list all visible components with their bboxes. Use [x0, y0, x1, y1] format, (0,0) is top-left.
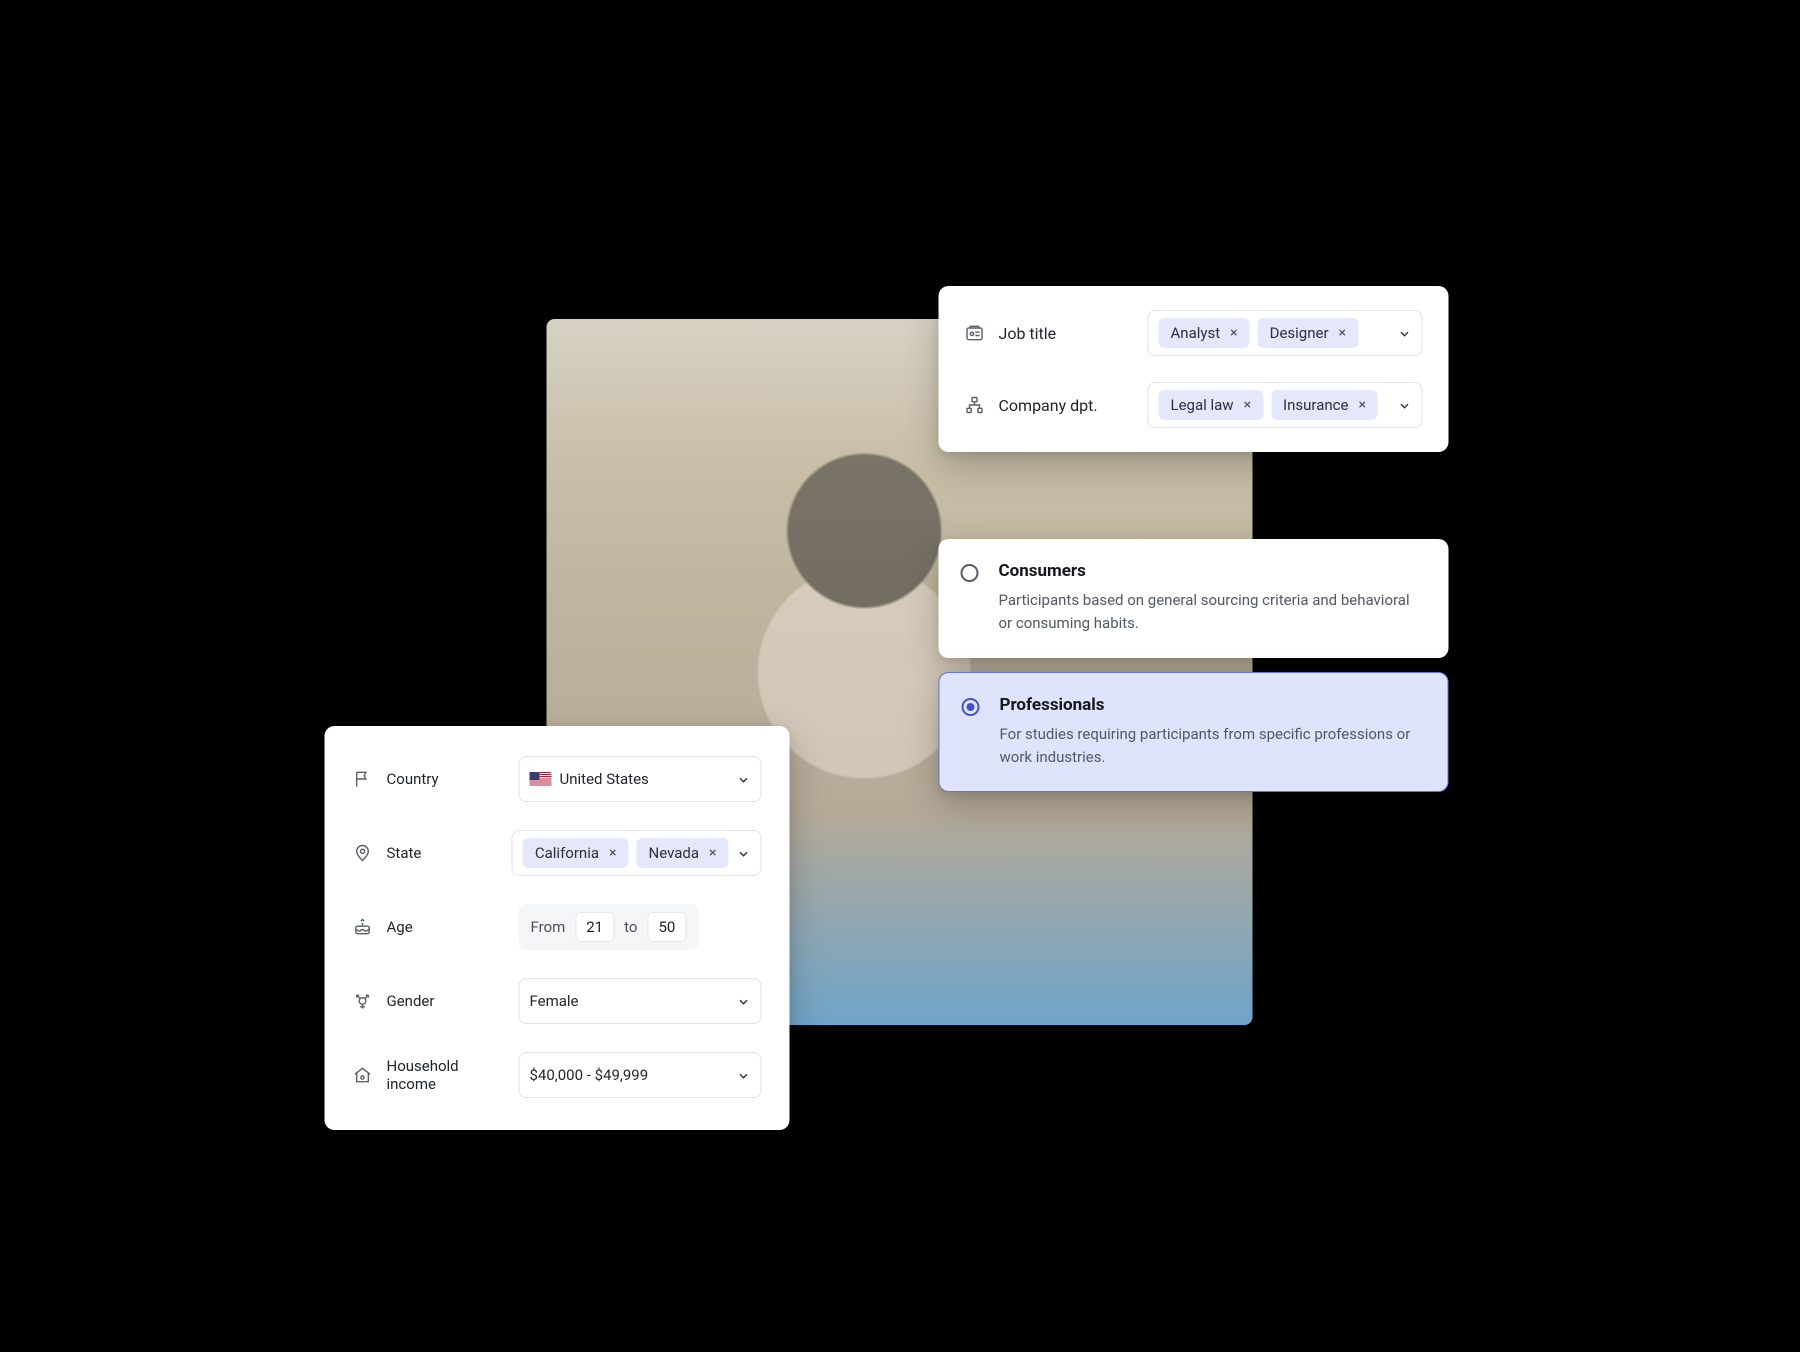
org-icon [965, 395, 985, 415]
close-icon[interactable]: × [609, 846, 616, 860]
company-dept-label: Company dpt. [999, 396, 1098, 415]
job-title-select[interactable]: Analyst × Designer × [1148, 310, 1423, 356]
chip-designer[interactable]: Designer × [1258, 318, 1358, 348]
age-to-value[interactable]: 50 [647, 912, 686, 942]
company-dept-select[interactable]: Legal law × Insurance × [1148, 382, 1423, 428]
chevron-down-icon[interactable] [737, 994, 751, 1008]
country-label: Country [387, 770, 439, 788]
state-row: State California × Nevada × [353, 830, 762, 876]
job-title-label: Job title [999, 324, 1057, 343]
chip-label: Legal law [1171, 396, 1234, 414]
country-select[interactable]: United States [519, 756, 762, 802]
cake-icon [353, 917, 373, 937]
chip-insurance[interactable]: Insurance × [1271, 390, 1378, 420]
age-to-label: to [624, 918, 637, 936]
company-dept-row: Company dpt. Legal law × Insurance × [965, 382, 1423, 428]
chip-label: California [535, 844, 599, 862]
gender-value: Female [530, 992, 579, 1010]
option-title: Consumers [999, 561, 1425, 581]
chip-label: Insurance [1283, 396, 1348, 414]
job-filters-card: Job title Analyst × Designer × [939, 286, 1449, 452]
chip-label: Nevada [649, 844, 700, 862]
option-desc: For studies requiring participants from … [1000, 723, 1424, 770]
demographics-card: Country United States State California [325, 726, 790, 1130]
chevron-down-icon[interactable] [737, 846, 751, 860]
chevron-down-icon[interactable] [737, 1068, 751, 1082]
house-icon [353, 1065, 373, 1085]
chip-label: Designer [1270, 324, 1329, 342]
radio-unchecked-icon[interactable] [961, 564, 979, 582]
option-desc: Participants based on general sourcing c… [999, 589, 1425, 636]
chip-legal-law[interactable]: Legal law × [1159, 390, 1264, 420]
radio-checked-icon[interactable] [962, 698, 980, 716]
chip-analyst[interactable]: Analyst × [1159, 318, 1250, 348]
job-title-row: Job title Analyst × Designer × [965, 310, 1423, 356]
age-row: Age From 21 to 50 [353, 904, 762, 950]
close-icon[interactable]: × [1358, 398, 1365, 412]
close-icon[interactable]: × [1244, 398, 1251, 412]
income-value: $40,000 - $49,999 [530, 1066, 649, 1084]
state-select[interactable]: California × Nevada × [512, 830, 762, 876]
flag-icon [353, 769, 373, 789]
participant-type-card: Consumers Participants based on general … [939, 539, 1449, 792]
chevron-down-icon[interactable] [1398, 326, 1412, 340]
chevron-down-icon[interactable] [1398, 398, 1412, 412]
gender-label: Gender [387, 992, 435, 1010]
option-title: Professionals [1000, 695, 1424, 715]
option-consumers[interactable]: Consumers Participants based on general … [939, 539, 1449, 658]
age-from-label: From [531, 918, 566, 936]
gender-row: Gender Female [353, 978, 762, 1024]
chip-nevada[interactable]: Nevada × [637, 838, 729, 868]
income-label: Household income [387, 1057, 501, 1093]
option-professionals[interactable]: Professionals For studies requiring part… [939, 672, 1449, 793]
pin-icon [353, 843, 373, 863]
income-row: Household income $40,000 - $49,999 [353, 1052, 762, 1098]
close-icon[interactable]: × [1339, 326, 1346, 340]
state-label: State [387, 844, 422, 862]
chevron-down-icon[interactable] [737, 772, 751, 786]
age-label: Age [387, 918, 413, 936]
chip-label: Analyst [1171, 324, 1221, 342]
badge-icon [965, 323, 985, 343]
age-from-value[interactable]: 21 [575, 912, 614, 942]
us-flag-icon [530, 772, 552, 787]
gender-icon [353, 991, 373, 1011]
age-range-input[interactable]: From 21 to 50 [519, 904, 699, 950]
income-select[interactable]: $40,000 - $49,999 [519, 1052, 762, 1098]
gender-select[interactable]: Female [519, 978, 762, 1024]
close-icon[interactable]: × [709, 846, 716, 860]
chip-california[interactable]: California × [523, 838, 629, 868]
country-row: Country United States [353, 756, 762, 802]
close-icon[interactable]: × [1230, 326, 1237, 340]
country-value: United States [560, 770, 649, 788]
